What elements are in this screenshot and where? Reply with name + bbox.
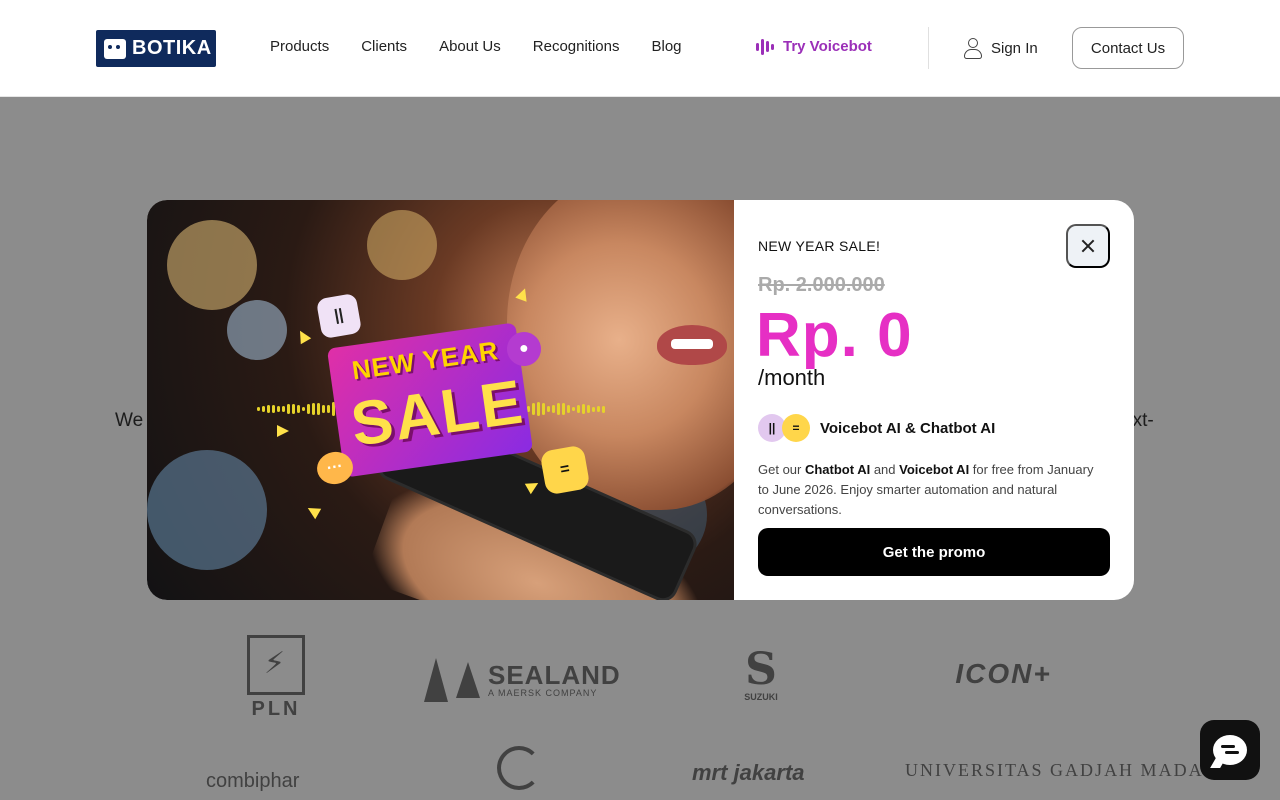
promo-details: NEW YEAR SALE! Rp. 2.000.000 Rp. 0 /mont… (734, 200, 1134, 600)
wave-bar (307, 404, 310, 414)
contact-us-button[interactable]: Contact Us (1072, 27, 1184, 69)
wave-bar (302, 406, 305, 412)
promo-modal: NEW YEAR SALE || ● ··· = NEW YEAR SALE! … (147, 200, 1134, 600)
botika-logo-icon (104, 38, 126, 59)
wave-bar (572, 406, 575, 412)
botika-logo[interactable]: BOTIKA (96, 30, 216, 67)
get-promo-button[interactable]: Get the promo (758, 528, 1110, 576)
sale-sign: NEW YEAR SALE (326, 322, 534, 478)
wave-bar (272, 405, 275, 413)
product-row: || = Voicebot AI & Chatbot AI (758, 414, 995, 442)
wave-bar (557, 403, 560, 415)
promo-image: NEW YEAR SALE || ● ··· = (147, 200, 734, 600)
new-price: Rp. 0 (756, 301, 913, 370)
wave-bar (267, 405, 270, 413)
wave-bar (592, 406, 595, 412)
wave-bar (277, 406, 280, 412)
logo-text: BOTIKA (132, 37, 212, 59)
nav-recognitions[interactable]: Recognitions (533, 38, 620, 55)
wave-bar (552, 405, 555, 413)
sign-in-link[interactable]: Sign In (963, 38, 1038, 59)
voicebot-bars-icon (756, 38, 774, 55)
promo-label: NEW YEAR SALE! (758, 238, 881, 254)
voicebot-badge-icon: || (315, 292, 363, 340)
wave-bar (547, 405, 550, 413)
wave-bar (537, 401, 540, 417)
nav-about-us[interactable]: About Us (439, 38, 501, 55)
wave-bar (562, 403, 565, 415)
wave-bar (312, 402, 315, 416)
header-divider (928, 27, 929, 69)
wave-bar (317, 403, 320, 415)
wave-bar (577, 404, 580, 414)
wave-bar (582, 404, 585, 414)
nav-products[interactable]: Products (270, 38, 329, 55)
nav-blog[interactable]: Blog (651, 38, 681, 55)
promo-description: Get our Chatbot AI and Voicebot AI for f… (758, 462, 1094, 517)
chatbot-icon: = (782, 414, 810, 442)
chatbot-badge-icon: = (539, 444, 591, 496)
wave-bar (322, 405, 325, 413)
wave-bar (327, 405, 330, 413)
wave-bar (262, 405, 265, 413)
wave-bar (597, 406, 600, 412)
wave-bar (292, 403, 295, 415)
product-name: Voicebot AI & Chatbot AI (820, 419, 996, 437)
main-nav: Products Clients About Us Recognitions B… (270, 38, 682, 55)
old-price: Rp. 2.000.000 (758, 274, 885, 296)
wave-bar (532, 403, 535, 415)
wave-bar (542, 403, 545, 415)
try-voicebot-link[interactable]: Try Voicebot (756, 38, 872, 55)
price-period: /month (758, 365, 826, 390)
wave-bar (297, 404, 300, 414)
wave-bar (602, 405, 605, 413)
user-icon (963, 38, 982, 59)
wave-bar (257, 407, 260, 411)
nav-clients[interactable]: Clients (361, 38, 407, 55)
sign-in-label: Sign In (991, 39, 1038, 57)
try-voicebot-label: Try Voicebot (783, 38, 872, 55)
site-header: BOTIKA Products Clients About Us Recogni… (0, 0, 1280, 97)
wave-bar (282, 406, 285, 412)
chat-launcher-button[interactable] (1200, 720, 1260, 780)
chat-icon (1213, 735, 1247, 765)
close-modal-button[interactable] (1066, 224, 1110, 268)
lips (657, 325, 727, 365)
wave-bar (287, 404, 290, 414)
wave-bar (567, 405, 570, 413)
wave-bar (587, 405, 590, 413)
